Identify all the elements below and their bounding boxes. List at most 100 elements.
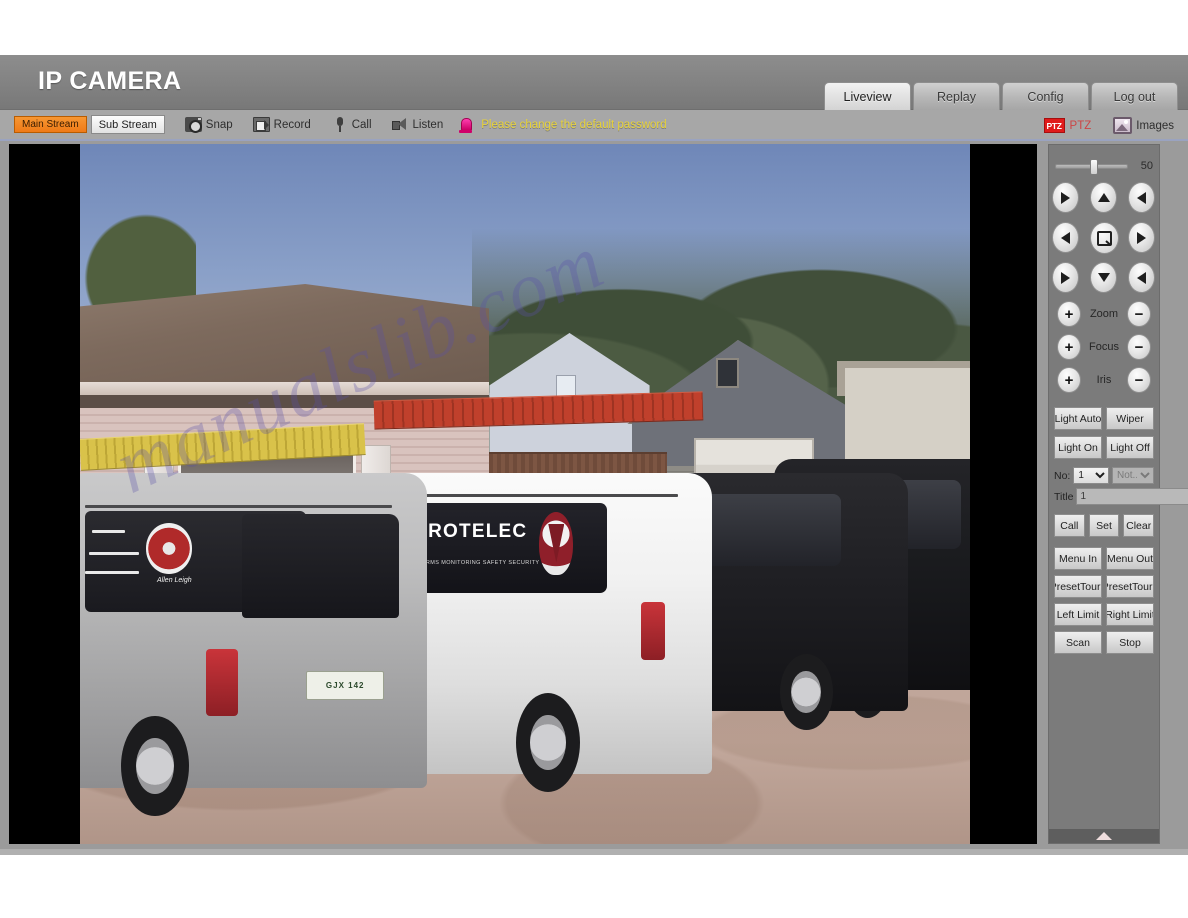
focus-out-button[interactable]: − [1127,334,1151,360]
ptz-direction-pad [1050,182,1158,294]
scene-silver-van-plate: GJX 142 [306,671,385,700]
iris-label: Iris [1096,374,1112,386]
preset-tour2-button[interactable]: PresetTour2 [1106,575,1154,598]
speaker-icon [391,117,409,132]
app-header: IP CAMERA Liveview Replay Config Log out [0,55,1188,110]
ptz-center-zoom-button[interactable] [1090,222,1119,254]
ptz-up-right-button[interactable] [1128,182,1155,213]
chevron-up-icon [1096,832,1112,840]
light-off-button[interactable]: Light Off [1106,436,1154,459]
tab-liveview[interactable]: Liveview [824,82,911,110]
focus-label: Focus [1089,341,1119,353]
zoom-in-button[interactable]: + [1057,301,1081,327]
ptz-down-left-button[interactable] [1052,262,1079,293]
preset-title-label: Title [1054,490,1074,503]
record-label: Record [273,118,311,131]
camera-icon [184,117,202,133]
zoom-out-button[interactable]: − [1127,301,1151,327]
ptz-down-button[interactable] [1090,262,1117,293]
arrow-left-icon [1061,231,1070,244]
ptz-label: PTZ [1069,119,1092,132]
ptz-collapse-button[interactable] [1049,829,1159,843]
stop-button[interactable]: Stop [1106,631,1154,654]
preset-clear-button[interactable]: Clear [1123,514,1155,537]
liveview-stage: SECURITY PROTELEC ALARMS MONITORING SAFE… [0,141,1188,855]
stream-toolbar: Main Stream Sub Stream Snap Record Call … [0,110,1188,141]
preset-no-select[interactable]: 1 [1073,467,1109,484]
scene-silver-van-logo-icon [145,523,193,574]
scene-white-van-roof-rack [393,494,679,498]
scene-white-van-shield-icon [539,512,574,576]
main-stream-button[interactable]: Main Stream [14,116,87,133]
record-button[interactable]: Record [252,117,311,132]
ptz-icon: PTZ [1043,118,1065,133]
scene-silver-van-decal-line-3 [85,570,139,574]
microphone-icon [331,117,348,132]
images-label: Images [1136,119,1174,132]
ptz-light-row-2: Light On Light Off [1054,436,1154,459]
snap-button[interactable]: Snap [184,117,233,133]
arrow-down-left-icon [1061,271,1070,284]
scene-silver-van-decal-title: Allen Leigh [157,576,192,584]
scene-silver-van-decal-line-2 [88,551,139,555]
scene-silver-van-taillight [206,649,239,716]
preset-set-button[interactable]: Set [1088,514,1120,537]
sub-stream-button[interactable]: Sub Stream [90,115,165,134]
scan-button[interactable]: Scan [1054,631,1102,654]
scene-silver-van-roof-rack [85,504,392,508]
scene-house-fascia [80,382,490,395]
ptz-light-row-1: Light Auto Wiper [1054,407,1154,430]
call-button[interactable]: Call [331,117,372,132]
scene-silver-van-rear-glass [241,513,399,618]
light-on-button[interactable]: Light On [1054,436,1102,459]
ip-camera-app: IP CAMERA Liveview Replay Config Log out… [0,55,1188,855]
ptz-down-right-button[interactable] [1128,262,1155,293]
tab-logout[interactable]: Log out [1091,82,1178,110]
preset-tour1-button[interactable]: PresetTour1 [1054,575,1102,598]
scene-house-roof [80,284,490,386]
ptz-menu-row: Menu In Menu Out [1054,547,1154,570]
scene-silver-van-wheel [120,715,189,817]
ptz-preset-action-row: Call Set Clear [1054,514,1155,537]
ptz-limit-row: Left Limit Right Limit [1054,603,1154,626]
snap-label: Snap [205,118,233,131]
menu-in-button[interactable]: Menu In [1054,547,1102,570]
ptz-up-button[interactable] [1090,182,1117,213]
menu-out-button[interactable]: Menu Out [1106,547,1154,570]
listen-button[interactable]: Listen [391,117,443,132]
video-frame: SECURITY PROTELEC ALARMS MONITORING SAFE… [80,144,970,844]
ptz-right-button[interactable] [1128,222,1155,253]
preset-title-input[interactable] [1076,488,1188,505]
password-warning: Please change the default password [459,117,667,133]
preset-call-button[interactable]: Call [1054,514,1085,537]
toolbar-right-group: PTZ PTZ Images [1043,110,1174,141]
images-button[interactable]: Images [1113,117,1174,134]
scene-white-van-brand: PROTELEC [414,521,528,543]
arrow-down-icon [1097,273,1110,282]
ptz-control-panel: 50 + Zoom − + Focus − + Iris − Light Aut… [1048,144,1188,844]
focus-in-button[interactable]: + [1057,334,1081,360]
ptz-zoom-row: + Zoom − [1057,301,1151,327]
ptz-left-button[interactable] [1052,222,1079,253]
preset-no-label: No: [1054,469,1071,482]
ptz-scan-row: Scan Stop [1054,631,1154,654]
tab-config[interactable]: Config [1002,82,1089,110]
left-limit-button[interactable]: Left Limit [1054,603,1102,626]
scene-garage-vent [716,357,740,389]
ptz-up-left-button[interactable] [1052,182,1079,213]
arrow-right-icon [1137,231,1146,244]
ptz-speed-slider-thumb[interactable] [1090,158,1099,175]
alarm-bell-icon [459,117,473,133]
iris-close-button[interactable]: − [1126,367,1151,393]
right-limit-button[interactable]: Right Limit [1106,603,1154,626]
preset-action-select[interactable]: Not.. [1112,467,1154,484]
light-auto-button[interactable]: Light Auto [1054,407,1102,430]
ptz-speed-slider[interactable] [1055,158,1128,175]
video-player[interactable]: SECURITY PROTELEC ALARMS MONITORING SAFE… [9,144,1037,844]
iris-open-button[interactable]: + [1057,367,1081,393]
ptz-toggle-button[interactable]: PTZ PTZ [1043,118,1092,133]
wiper-button[interactable]: Wiper [1106,407,1154,430]
tab-replay[interactable]: Replay [913,82,1000,110]
magnifier-icon [1097,230,1112,246]
